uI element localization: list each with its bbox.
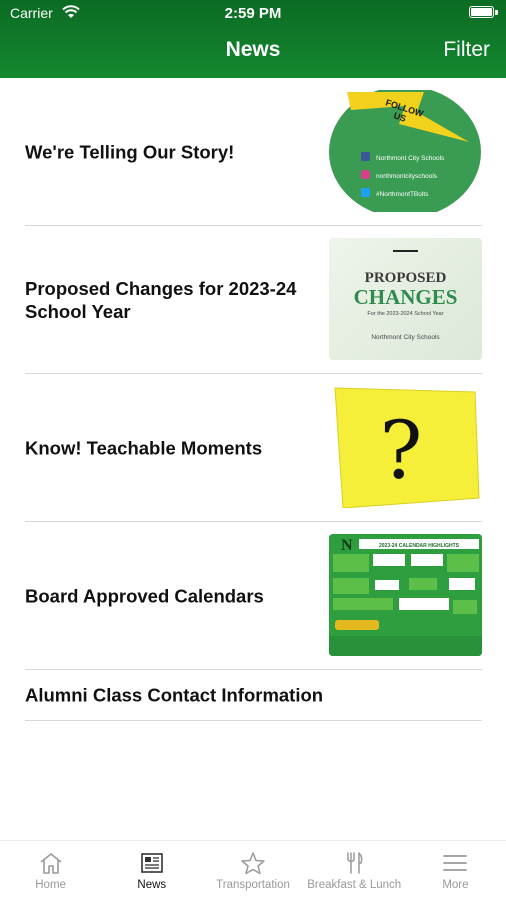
news-item-telling-our-story[interactable]: We're Telling Our Story! FOLLOW US North… bbox=[25, 78, 482, 226]
battery-icon bbox=[469, 6, 494, 18]
page-title: News bbox=[225, 38, 281, 61]
news-title: Board Approved Calendars bbox=[25, 585, 264, 606]
tab-label: Transportation bbox=[216, 879, 290, 891]
news-list: We're Telling Our Story! FOLLOW US North… bbox=[0, 78, 506, 721]
tab-more[interactable]: More bbox=[405, 841, 506, 900]
tab-label: More bbox=[442, 879, 469, 891]
svg-text:Northmont City Schools: Northmont City Schools bbox=[371, 334, 440, 341]
star-icon bbox=[241, 852, 265, 875]
tab-label: News bbox=[137, 879, 167, 891]
svg-text:?: ? bbox=[380, 404, 423, 497]
news-title: Proposed Changes for 2023-24 School Year bbox=[25, 277, 297, 322]
tab-transportation[interactable]: Transportation bbox=[202, 841, 303, 900]
tab-news[interactable]: News bbox=[101, 841, 202, 900]
news-item-teachable-moments[interactable]: Know! Teachable Moments ? bbox=[25, 374, 482, 522]
nav-header: Carrier 2:59 PM News Filter bbox=[0, 0, 506, 78]
svg-text:For the 2023-2024 School Year: For the 2023-2024 School Year bbox=[367, 311, 443, 317]
news-thumbnail-sticky-note: ? bbox=[329, 386, 482, 508]
hamburger-menu-icon bbox=[443, 855, 468, 871]
svg-text:#NorthmontTBolts: #NorthmontTBolts bbox=[376, 191, 429, 198]
battery-tip bbox=[495, 10, 498, 15]
tab-breakfast-lunch[interactable]: Breakfast & Lunch bbox=[304, 841, 405, 900]
status-bar: Carrier 2:59 PM bbox=[0, 0, 506, 26]
tab-label: Breakfast & Lunch bbox=[307, 879, 402, 891]
tab-bar: Home News Transportation Breakfast & Lun… bbox=[0, 840, 506, 900]
news-title: Know! Teachable Moments bbox=[25, 437, 263, 458]
news-title: Alumni Class Contact Information bbox=[25, 684, 324, 706]
svg-text:2023-24 CALENDAR HIGHLIGHTS: 2023-24 CALENDAR HIGHLIGHTS bbox=[379, 543, 460, 549]
svg-text:PROPOSED: PROPOSED bbox=[365, 270, 447, 286]
filter-button[interactable]: Filter bbox=[443, 38, 490, 62]
utensils-icon bbox=[347, 852, 363, 874]
news-thumbnail-follow-us: FOLLOW US Northmont City Schools northmo… bbox=[329, 90, 482, 212]
tab-label: Home bbox=[35, 879, 66, 891]
news-item-board-approved-calendars[interactable]: Board Approved Calendars N 2023-24 CALEN… bbox=[25, 522, 482, 670]
home-icon bbox=[40, 853, 62, 874]
news-item-proposed-changes[interactable]: Proposed Changes for 2023-24 School Year… bbox=[25, 226, 482, 374]
news-item-alumni-contact[interactable]: Alumni Class Contact Information bbox=[25, 670, 482, 721]
newspaper-icon bbox=[140, 853, 163, 873]
news-thumbnail-calendar: N 2023-24 CALENDAR HIGHLIGHTS bbox=[329, 534, 482, 656]
news-title: We're Telling Our Story! bbox=[25, 141, 235, 162]
clock: 2:59 PM bbox=[224, 5, 282, 22]
svg-text:CHANGES: CHANGES bbox=[354, 285, 458, 309]
svg-text:Northmont City Schools: Northmont City Schools bbox=[376, 155, 445, 162]
question-sticky-note: ? bbox=[334, 387, 480, 508]
svg-text:northmontcityschools: northmontcityschools bbox=[376, 173, 438, 180]
proposed-changes-graphic: PROPOSED CHANGES For the 2023-2024 Schoo… bbox=[354, 250, 458, 341]
follow-us-graphic: FOLLOW US Northmont City Schools northmo… bbox=[329, 90, 481, 212]
news-thumbnail-proposed-changes: PROPOSED CHANGES For the 2023-2024 Schoo… bbox=[329, 238, 482, 360]
calendar-highlights-graphic: N 2023-24 CALENDAR HIGHLIGHTS bbox=[329, 534, 482, 656]
tab-home[interactable]: Home bbox=[0, 841, 101, 900]
svg-text:N: N bbox=[341, 537, 353, 554]
